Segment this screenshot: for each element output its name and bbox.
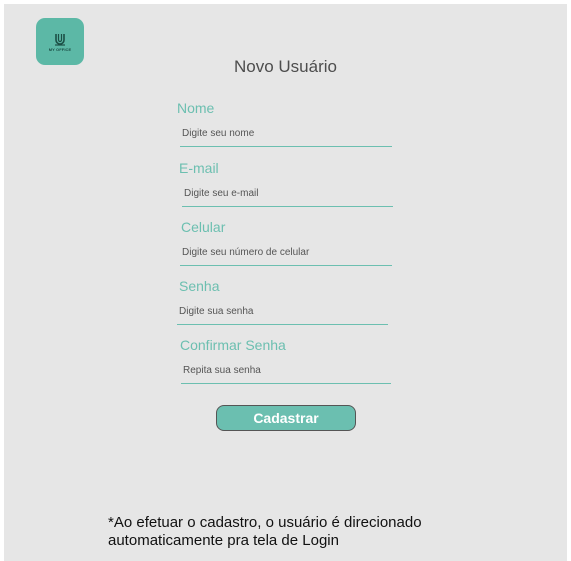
phone-label: Celular (181, 219, 226, 235)
confirm-password-underline (181, 383, 391, 384)
email-label: E-mail (179, 160, 219, 176)
password-label: Senha (179, 278, 220, 294)
phone-underline (180, 265, 392, 266)
confirm-password-label: Confirmar Senha (180, 337, 286, 353)
confirm-password-input[interactable] (178, 363, 388, 377)
redirect-note-line-1: *Ao efetuar o cadastro, o usuário é dire… (108, 514, 422, 531)
register-button[interactable]: Cadastrar (216, 405, 356, 431)
password-underline (177, 324, 388, 325)
logo-text: MY OFFICE (48, 46, 72, 52)
page-title: Novo Usuário (234, 57, 337, 76)
phone-input[interactable] (177, 245, 387, 259)
name-label: Nome (177, 100, 215, 116)
redirect-note-line-2: automaticamente pra tela de Login (108, 532, 339, 549)
name-input[interactable] (177, 126, 387, 140)
email-input[interactable] (179, 186, 389, 200)
password-input[interactable] (174, 304, 384, 318)
name-underline (180, 146, 392, 147)
redirect-note: *Ao efetuar o cadastro, o usuário é dire… (108, 514, 528, 550)
email-underline (182, 206, 393, 207)
page-background (4, 4, 567, 561)
logo-icon (55, 33, 65, 46)
